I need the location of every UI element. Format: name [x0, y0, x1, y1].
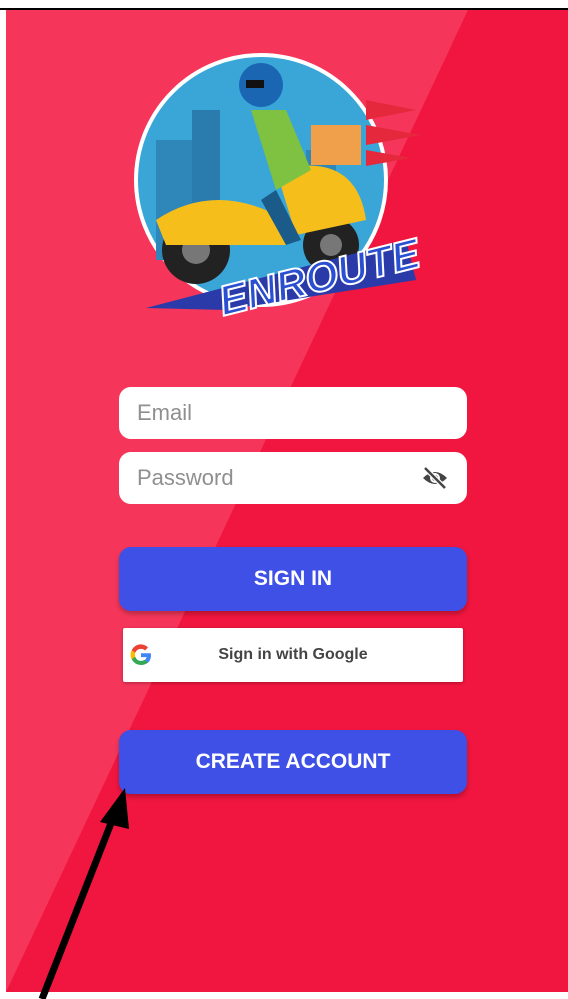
google-sign-in-label: Sign in with Google — [218, 646, 368, 663]
top-border — [0, 0, 568, 10]
sign-in-button[interactable]: SIGN IN — [119, 547, 467, 611]
create-account-button[interactable]: CREATE ACCOUNT — [119, 730, 467, 794]
eye-off-icon[interactable] — [421, 466, 449, 490]
password-input[interactable] — [135, 464, 419, 492]
email-field[interactable] — [119, 387, 467, 439]
google-g-icon — [130, 644, 151, 666]
enroute-logo: ENROUTE — [134, 53, 426, 320]
password-field[interactable] — [119, 452, 467, 504]
google-sign-in-button[interactable]: Sign in with Google — [123, 628, 463, 682]
app-screen: ENROUTE SIGN IN Sign in with Google CREA… — [6, 10, 568, 992]
email-input[interactable] — [135, 399, 419, 427]
